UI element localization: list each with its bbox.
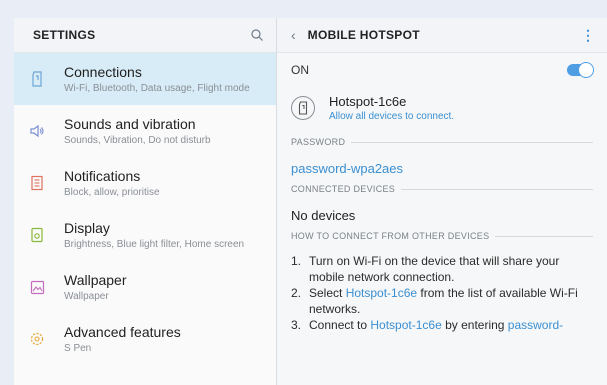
connected-devices-header: CONNECTED DEVICES: [291, 184, 593, 194]
settings-panel: SETTINGS Connections Wi-Fi, Bluetooth, D…: [14, 18, 276, 385]
section-divider: [351, 141, 593, 143]
settings-item-subtitle: Brightness, Blue light filter, Home scre…: [64, 239, 245, 250]
settings-item-title: Wallpaper: [64, 272, 127, 288]
password-section-header: PASSWORD: [291, 137, 593, 147]
step-text-part: by entering: [441, 318, 508, 332]
section-divider: [401, 188, 593, 190]
settings-item-notifications[interactable]: Notifications Block, allow, prioritise: [14, 157, 276, 209]
back-icon[interactable]: ‹: [291, 27, 296, 43]
settings-item-subtitle: Wallpaper: [64, 291, 109, 302]
display-icon: [28, 226, 46, 244]
hotspot-allow-text[interactable]: Allow all devices to connect.: [329, 111, 454, 122]
step-text-part: Connect to: [309, 318, 371, 332]
settings-item-wallpaper[interactable]: Wallpaper Wallpaper: [14, 261, 276, 313]
hotspot-name: Hotspot-1c6e: [329, 94, 407, 109]
section-divider: [495, 235, 593, 237]
settings-item-subtitle: Block, allow, prioritise: [64, 187, 160, 198]
hotspot-switch-row[interactable]: ON: [291, 53, 594, 87]
hotspot-title: MOBILE HOTSPOT: [307, 28, 420, 42]
settings-item-title: Display: [64, 220, 110, 236]
hotspot-header: ‹ MOBILE HOTSPOT ⋮: [277, 18, 607, 53]
settings-header: SETTINGS: [14, 18, 276, 53]
settings-item-title: Advanced features: [64, 324, 181, 340]
hotspot-link[interactable]: Hotspot-1c6e: [346, 286, 417, 300]
wallpaper-icon: [28, 278, 46, 296]
settings-item-advanced-features[interactable]: Advanced features S Pen: [14, 313, 276, 365]
settings-item-subtitle: Sounds, Vibration, Do not disturb: [64, 135, 211, 146]
advanced-features-icon: [28, 330, 46, 348]
mobile-hotspot-panel: ‹ MOBILE HOTSPOT ⋮ ON Hotspot-1c6e Allow…: [277, 18, 607, 385]
connected-devices-value: No devices: [291, 208, 356, 223]
step-text: Connect to Hotspot-1c6e by entering pass…: [303, 317, 563, 333]
step-number: 2.: [291, 286, 302, 300]
settings-item-connections[interactable]: Connections Wi-Fi, Bluetooth, Data usage…: [14, 53, 276, 105]
more-options-icon[interactable]: ⋮: [581, 27, 595, 44]
password-section-label: PASSWORD: [291, 137, 346, 147]
how-to-connect-header: HOW TO CONNECT FROM OTHER DEVICES: [291, 231, 593, 241]
step-item: 1. Turn on Wi-Fi on the device that will…: [291, 253, 593, 285]
on-label: ON: [291, 63, 309, 77]
hotspot-link[interactable]: Hotspot-1c6e: [370, 318, 441, 332]
settings-item-title: Notifications: [64, 168, 141, 184]
step-item: 2. Select Hotspot-1c6e from the list of …: [291, 285, 593, 317]
hotspot-toggle[interactable]: [567, 62, 594, 78]
settings-item-title: Connections: [64, 64, 142, 80]
connect-steps: 1. Turn on Wi-Fi on the device that will…: [291, 253, 593, 333]
password-link[interactable]: password-: [508, 318, 563, 332]
step-number: 3.: [291, 318, 302, 332]
settings-item-subtitle: S Pen: [64, 343, 92, 354]
step-number: 1.: [291, 254, 302, 268]
settings-item-sounds[interactable]: Sounds and vibration Sounds, Vibration, …: [14, 105, 276, 157]
step-item: 3. Connect to Hotspot-1c6e by entering p…: [291, 317, 593, 333]
step-text: Select Hotspot-1c6e from the list of ava…: [303, 285, 593, 317]
settings-title: SETTINGS: [33, 28, 96, 42]
sound-icon: [28, 122, 46, 140]
hotspot-info[interactable]: Hotspot-1c6e Allow all devices to connec…: [291, 87, 593, 129]
step-text: Turn on Wi-Fi on the device that will sh…: [309, 254, 560, 284]
settings-item-title: Sounds and vibration: [64, 116, 196, 132]
password-value[interactable]: password-wpa2aes: [291, 161, 593, 176]
search-icon[interactable]: [250, 28, 264, 42]
settings-window: SETTINGS Connections Wi-Fi, Bluetooth, D…: [14, 18, 607, 385]
notifications-icon: [28, 174, 46, 192]
how-to-connect-label: HOW TO CONNECT FROM OTHER DEVICES: [291, 231, 490, 241]
connections-icon: [28, 70, 46, 88]
settings-item-display[interactable]: Display Brightness, Blue light filter, H…: [14, 209, 276, 261]
connected-devices-label: CONNECTED DEVICES: [291, 184, 396, 194]
hotspot-device-icon: [291, 96, 315, 120]
settings-item-subtitle: Wi-Fi, Bluetooth, Data usage, Flight mod…: [64, 83, 250, 94]
step-text-part: Select: [309, 286, 346, 300]
